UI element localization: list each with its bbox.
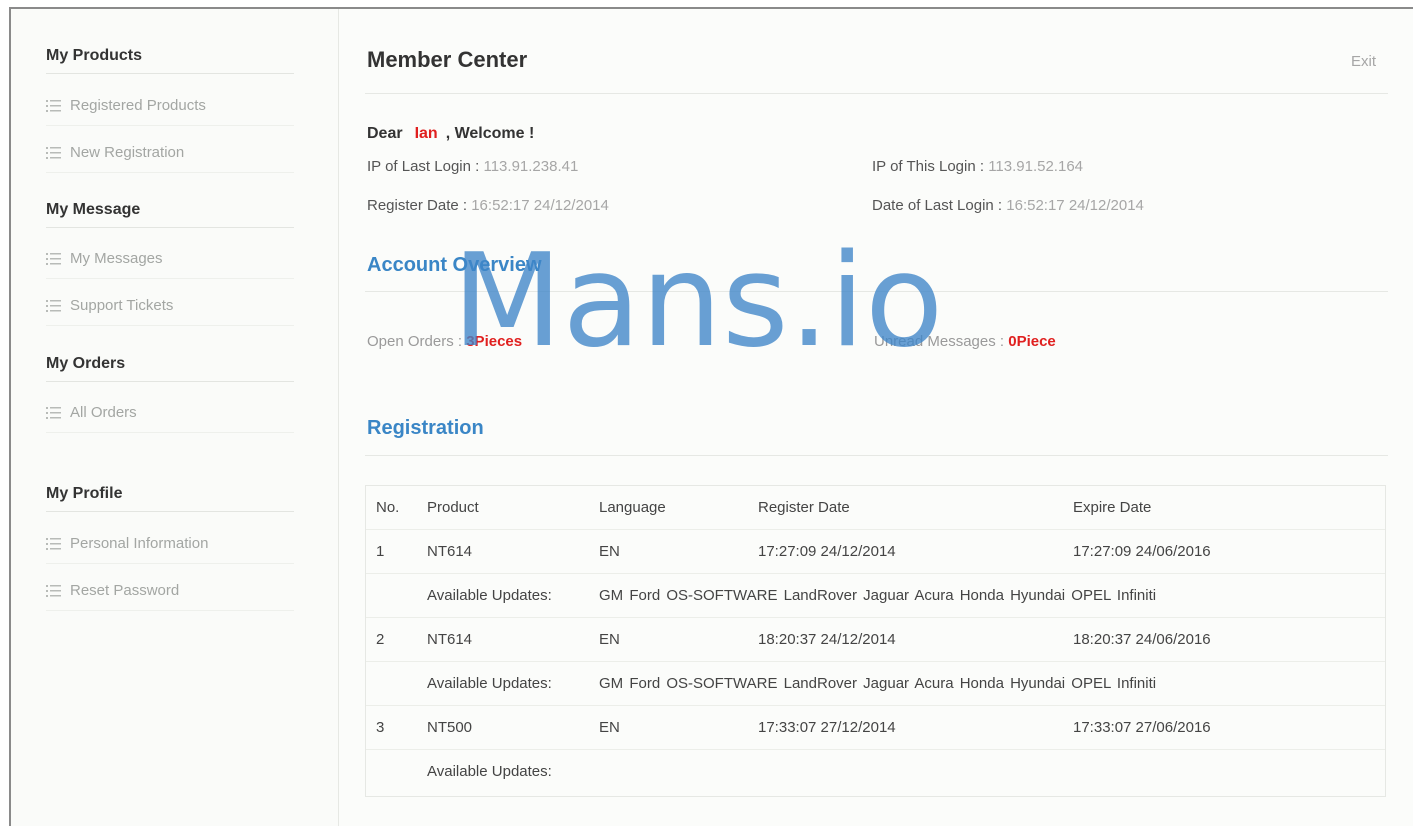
last-login-date-value: 16:52:17 24/12/2014 [1006,197,1144,214]
divider [365,291,1388,292]
table-row: 3 NT500 EN 17:33:07 27/12/2014 17:33:07 … [366,706,1385,750]
sidebar-item-my-messages[interactable]: My Messages [46,239,294,279]
sidebar-group-my-orders: My Orders [46,355,294,382]
row-product: NT500 [427,719,473,736]
last-login-ip-value: 113.91.238.41 [483,158,579,175]
sidebar-item-personal-information[interactable]: Personal Information [46,524,294,564]
row-no: 3 [376,719,385,736]
last-login-date-label: Date of Last Login : [872,197,1007,214]
row-product: NT614 [427,543,473,560]
row-register-date: 18:20:37 24/12/2014 [758,631,896,648]
registration-table: No. Product Language Register Date Expir… [365,485,1386,797]
sidebar-item-label: Registered Products [70,97,206,114]
table-row: 2 NT614 EN 18:20:37 24/12/2014 18:20:37 … [366,618,1385,662]
list-icon [46,406,61,419]
row-product: NT614 [427,631,473,648]
divider [365,93,1388,94]
last-login-date: Date of Last Login : 16:52:17 24/12/2014 [872,197,1144,214]
row-no: 1 [376,543,385,560]
register-date-value: 16:52:17 24/12/2014 [471,197,609,214]
row-expire-date: 18:20:37 24/06/2016 [1073,631,1211,648]
row-register-date: 17:33:07 27/12/2014 [758,719,896,736]
updates-label: Available Updates: [427,763,552,780]
welcome-suffix: , Welcome ! [445,125,535,142]
this-login-ip-value: 113.91.52.164 [988,158,1083,175]
table-row-updates: Available Updates: [366,750,1385,794]
last-login-ip-label: IP of Last Login : [367,158,484,175]
row-expire-date: 17:33:07 27/06/2016 [1073,719,1211,736]
list-icon [46,299,61,312]
row-register-date: 17:27:09 24/12/2014 [758,543,896,560]
last-login-ip: IP of Last Login : 113.91.238.41 [367,158,578,175]
column-header-expire-date: Expire Date [1073,499,1152,516]
register-date-label: Register Date : [367,197,472,214]
sidebar-item-support-tickets[interactable]: Support Tickets [46,286,294,326]
list-icon [46,146,61,159]
table-row-updates: Available Updates: GM Ford OS-SOFTWARE L… [366,574,1385,618]
main-content: Member Center Exit Dear Ian , Welcome ! IP… [365,9,1388,826]
updates-label: Available Updates: [427,587,552,604]
row-language: EN [599,719,620,736]
unread-messages[interactable]: Unread Messages : 0Piece [874,333,1056,350]
updates-list: GM Ford OS-SOFTWARE LandRover Jaguar Acu… [599,587,1157,604]
sidebar-item-all-orders[interactable]: All Orders [46,393,294,433]
sidebar-item-label: My Messages [70,250,163,267]
unread-messages-value: 0Piece [1008,333,1056,350]
divider [365,455,1388,456]
list-icon [46,99,61,112]
this-login-ip: IP of This Login : 113.91.52.164 [872,158,1083,175]
user-name: Ian [414,125,438,142]
column-header-no: No. [376,499,400,516]
list-icon [46,252,61,265]
sidebar-item-label: Personal Information [70,535,209,552]
welcome-prefix: Dear [367,125,403,142]
sidebar-item-label: Support Tickets [70,297,174,314]
sidebar-group-my-profile: My Profile [46,485,294,512]
registration-title: Registration [367,417,484,439]
account-overview-title: Account Overview [367,254,542,276]
column-header-register-date: Register Date [758,499,850,516]
table-row: 1 NT614 EN 17:27:09 24/12/2014 17:27:09 … [366,530,1385,574]
exit-link[interactable]: Exit [1351,53,1376,70]
sidebar-item-label: New Registration [70,144,185,161]
row-no: 2 [376,631,385,648]
open-orders-value: 3Pieces [466,333,523,350]
updates-label: Available Updates: [427,675,552,692]
unread-messages-label: Unread Messages : [874,333,1009,350]
row-expire-date: 17:27:09 24/06/2016 [1073,543,1211,560]
sidebar-group-my-message: My Message [46,201,294,228]
page-title: Member Center [367,47,528,72]
list-icon [46,537,61,550]
sidebar-item-label: Reset Password [70,582,180,599]
row-language: EN [599,631,620,648]
sidebar-item-new-registration[interactable]: New Registration [46,133,294,173]
open-orders[interactable]: Open Orders : 3Pieces [367,333,522,350]
column-header-product: Product [427,499,479,516]
table-row-updates: Available Updates: GM Ford OS-SOFTWARE L… [366,662,1385,706]
row-language: EN [599,543,620,560]
column-header-language: Language [599,499,666,516]
sidebar-item-label: All Orders [70,404,137,421]
sidebar: My Products Registered Products New Regi… [11,9,339,826]
sidebar-group-my-products: My Products [46,47,294,74]
welcome-message: Dear Ian , Welcome ! [367,125,534,143]
table-header-row: No. Product Language Register Date Expir… [366,486,1385,530]
sidebar-item-registered-products[interactable]: Registered Products [46,86,294,126]
this-login-ip-label: IP of This Login : [872,158,989,175]
list-icon [46,584,61,597]
updates-list: GM Ford OS-SOFTWARE LandRover Jaguar Acu… [599,675,1157,692]
open-orders-label: Open Orders : [367,333,467,350]
sidebar-item-reset-password[interactable]: Reset Password [46,571,294,611]
register-date: Register Date : 16:52:17 24/12/2014 [367,197,609,214]
